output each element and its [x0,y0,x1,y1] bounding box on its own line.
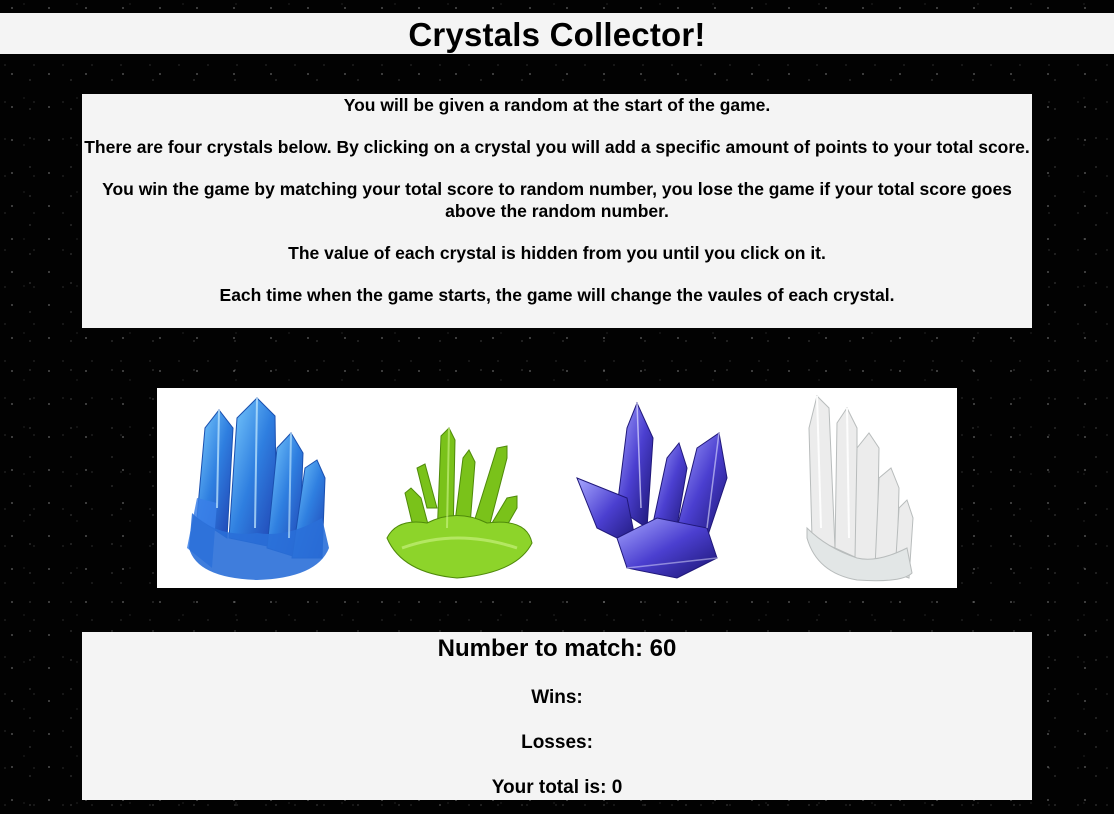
title-bar: Crystals Collector! [0,13,1114,54]
purple-crystal-icon [576,401,728,579]
clear-crystal-icon [806,395,914,582]
page-title: Crystals Collector! [408,16,706,53]
total-score: Your total is: 0 [491,777,623,798]
instruction-line: The value of each crystal is hidden from… [288,243,826,263]
instruction-line: You win the game by matching your total … [102,179,1012,221]
instruction-line: You will be given a random at the start … [343,95,771,115]
clear-crystal-button[interactable] [757,388,957,588]
purple-crystal-button[interactable] [557,388,757,588]
target-number: Number to match: 60 [437,635,677,662]
instruction-line: Each time when the game starts, the game… [219,285,895,305]
instruction-line: There are four crystals below. By clicki… [84,137,1030,157]
instructions-panel: You will be given a random at the start … [82,94,1032,328]
wins-count: Wins: [531,687,583,708]
losses-count: Losses: [521,732,593,753]
crystal-row [157,388,957,588]
green-crystal-icon [386,427,533,579]
blue-crystal-button[interactable] [157,388,357,588]
blue-crystal-icon [187,397,329,580]
scoreboard-panel: Number to match: 60 Wins: Losses: Your t… [82,632,1032,800]
green-crystal-button[interactable] [357,388,557,588]
